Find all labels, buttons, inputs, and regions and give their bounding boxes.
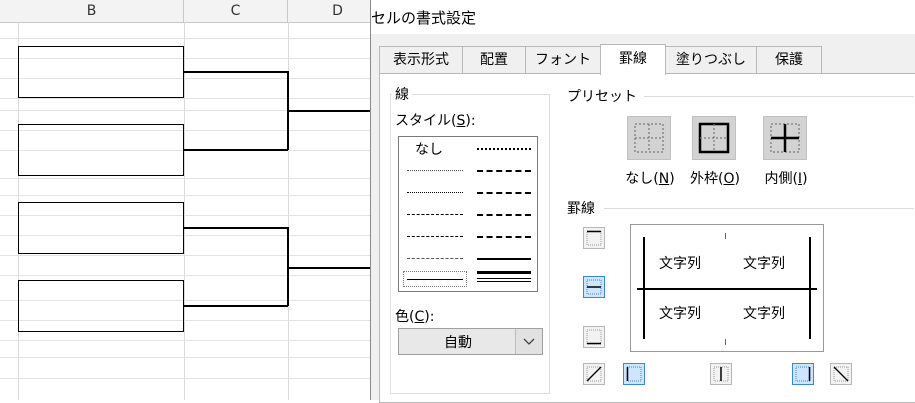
border-right-icon — [795, 366, 811, 382]
line-style-dash-dot[interactable] — [407, 236, 463, 237]
line-group-label: 線 — [392, 84, 412, 104]
border-group-label: 罫線 — [564, 198, 598, 218]
line-style-medium-dash-dot-dot[interactable] — [477, 170, 531, 172]
line-style-medium-dash-dot[interactable] — [477, 214, 531, 216]
line-style-slanted-dash-dot[interactable] — [477, 192, 531, 194]
border-right-button[interactable] — [792, 363, 814, 385]
color-select[interactable]: 自動 — [398, 328, 543, 355]
bracket-cell-1[interactable] — [18, 46, 184, 98]
preview-text: 文字列 — [743, 306, 785, 322]
preset-none-label: なし(N) — [625, 171, 675, 187]
line-style-medium-dashed[interactable] — [477, 236, 531, 238]
gridline — [0, 378, 370, 379]
border-left-button[interactable] — [623, 363, 645, 385]
preview-inside-horizontal-border — [637, 288, 817, 290]
column-header-d[interactable]: D — [288, 0, 370, 22]
gridline — [0, 178, 370, 179]
border-bottom-icon — [586, 329, 602, 345]
tab-fill[interactable]: 塗りつぶし — [665, 46, 757, 73]
preview-text: 文字列 — [743, 256, 785, 272]
border-diagonal-down-button[interactable] — [830, 363, 852, 385]
line-style-none[interactable]: なし — [415, 139, 443, 159]
border-middle-vertical-button[interactable] — [710, 363, 732, 385]
preset-separator — [644, 96, 914, 97]
color-dropdown-button[interactable] — [515, 329, 542, 354]
line-style-medium[interactable] — [477, 258, 531, 260]
line-style-dash-dot-dot[interactable] — [407, 214, 463, 215]
format-cells-dialog: セルの書式設定 表示形式 配置 フォント 罫線 塗りつぶし 保護 線 スタイル(… — [370, 0, 915, 403]
preset-inside-icon — [770, 123, 800, 153]
bracket-line — [288, 110, 370, 112]
border-tab-panel: 線 スタイル(S): なし 色(C): 自動 プリセット なし(N) 外枠(O)… — [379, 73, 915, 403]
bracket-line — [184, 71, 288, 73]
border-diagonal-down-icon — [833, 366, 849, 382]
tab-number[interactable]: 表示形式 — [379, 46, 463, 73]
spreadsheet-area: B C D — [0, 0, 370, 400]
border-top-button[interactable] — [583, 227, 605, 249]
preset-none-icon — [634, 123, 664, 153]
line-style-thick[interactable] — [477, 271, 531, 274]
preset-outline-label: 外枠(O) — [690, 171, 740, 187]
border-middle-horizontal-button[interactable] — [583, 276, 605, 298]
chevron-down-icon — [523, 338, 535, 345]
preview-text: 文字列 — [659, 306, 701, 322]
line-style-thin — [407, 279, 463, 280]
line-style-list[interactable]: なし — [398, 136, 538, 292]
border-bottom-button[interactable] — [583, 326, 605, 348]
border-top-icon — [586, 230, 602, 246]
bracket-cell-3[interactable] — [18, 202, 184, 254]
column-headers: B C D — [0, 0, 370, 23]
preset-inside-button[interactable] — [763, 116, 807, 160]
border-left-icon — [626, 366, 642, 382]
gridline — [0, 195, 370, 196]
tab-border[interactable]: 罫線 — [600, 44, 666, 75]
gridline — [0, 275, 370, 276]
color-select-value: 自動 — [444, 335, 472, 351]
border-inside-horizontal-icon — [586, 279, 602, 295]
gridline — [0, 357, 370, 358]
preset-inside-label: 内側(I) — [764, 171, 808, 187]
preset-group-label: プリセット — [564, 86, 640, 106]
preset-outline-icon — [698, 122, 730, 154]
border-separator — [604, 208, 914, 209]
bracket-line — [288, 267, 370, 269]
gridline — [0, 38, 370, 39]
gridline — [0, 255, 370, 256]
line-style-hair[interactable] — [407, 170, 463, 171]
tab-alignment[interactable]: 配置 — [462, 46, 526, 73]
dialog-titlebar[interactable]: セルの書式設定 — [371, 0, 915, 34]
preview-text: 文字列 — [659, 256, 701, 272]
bracket-cell-2[interactable] — [18, 124, 184, 176]
bracket-line — [184, 305, 288, 307]
preset-outline-button[interactable] — [692, 116, 736, 160]
preview-tick — [725, 233, 726, 239]
bracket-line — [184, 227, 288, 229]
border-diagonal-up-button[interactable] — [583, 363, 605, 385]
border-diagonal-up-icon — [586, 366, 602, 382]
preset-none-button[interactable] — [627, 116, 671, 160]
dialog-title: セルの書式設定 — [371, 9, 477, 27]
bracket-cell-4[interactable] — [18, 280, 184, 332]
border-preview[interactable]: 文字列 文字列 文字列 文字列 — [630, 224, 824, 352]
bracket-line — [184, 149, 288, 151]
column-header-c[interactable]: C — [184, 0, 288, 22]
style-label: スタイル(S): — [395, 110, 476, 130]
line-style-medium-dotted[interactable] — [477, 148, 531, 150]
tab-font[interactable]: フォント — [525, 46, 601, 73]
gridline — [0, 98, 370, 99]
tab-protection[interactable]: 保護 — [756, 46, 822, 73]
color-label: 色(C): — [395, 306, 435, 326]
line-style-dashed[interactable] — [407, 258, 463, 259]
preview-tick — [725, 339, 726, 345]
line-style-dotted[interactable] — [407, 192, 463, 193]
border-inside-vertical-icon — [713, 366, 729, 382]
line-style-double[interactable] — [477, 278, 531, 282]
gridline — [0, 340, 370, 341]
column-header-b[interactable]: B — [0, 0, 184, 22]
